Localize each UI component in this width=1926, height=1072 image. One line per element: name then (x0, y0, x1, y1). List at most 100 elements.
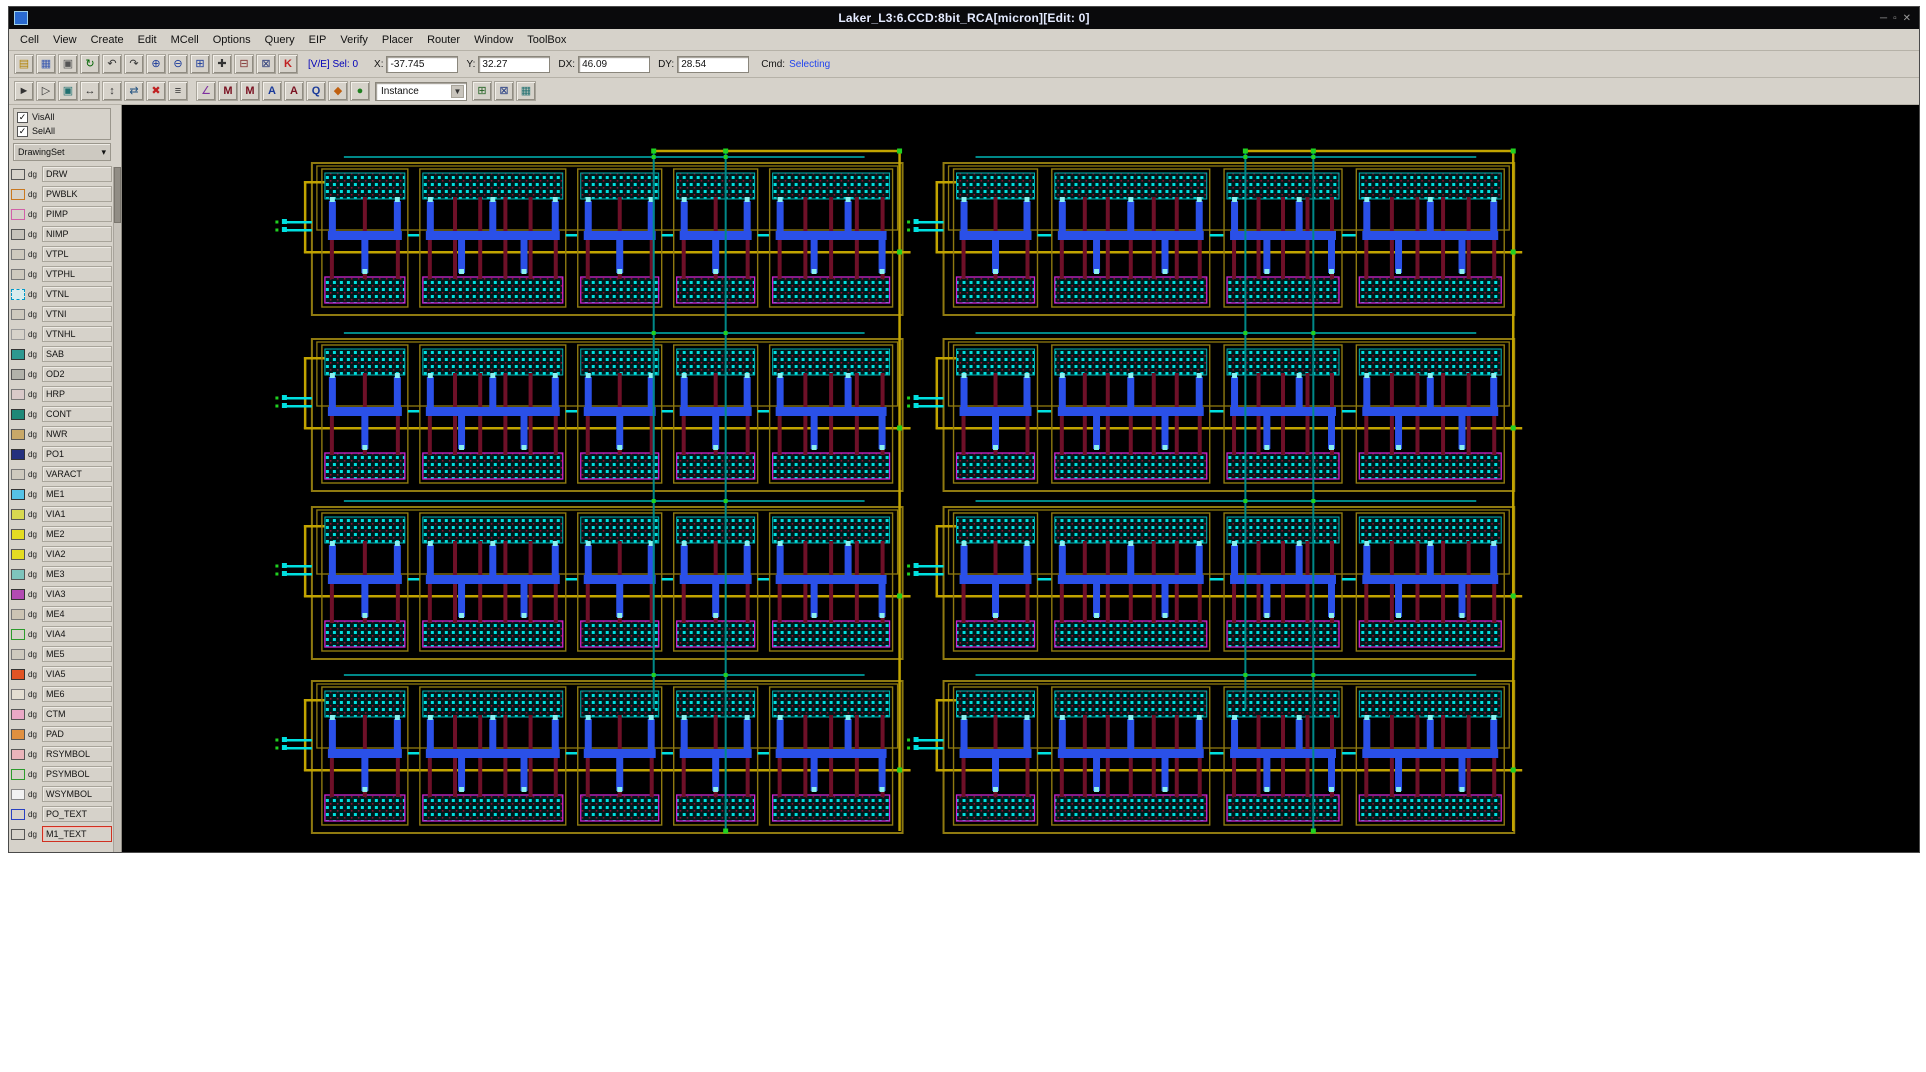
layer-color-swatch[interactable] (11, 709, 25, 720)
layer-name-button[interactable]: VARACT (42, 466, 112, 482)
layer-color-swatch[interactable] (11, 509, 25, 520)
menu-window[interactable]: Window (467, 32, 520, 48)
vis-all-toggle[interactable]: ✓ VisAll (17, 110, 107, 124)
layer-name-button[interactable]: VTNI (42, 306, 112, 322)
adder-cell[interactable] (282, 333, 911, 491)
layer-color-swatch[interactable] (11, 209, 25, 220)
highlight-icon[interactable]: ◆ (328, 81, 348, 101)
maximize-icon[interactable]: ▫ (1893, 13, 1897, 24)
y-coordinate-field[interactable] (478, 56, 550, 73)
design-browser-icon[interactable]: ⊟ (234, 54, 254, 74)
drawing-set-dropdown[interactable]: DrawingSet ▾ (13, 143, 111, 161)
zoom-out-icon[interactable]: ⊖ (168, 54, 188, 74)
layer-color-swatch[interactable] (11, 349, 25, 360)
layer-name-button[interactable]: VIA3 (42, 586, 112, 602)
menu-eip[interactable]: EIP (302, 32, 334, 48)
layer-panel-scrollbar[interactable] (113, 167, 121, 852)
layer-name-button[interactable]: ME4 (42, 606, 112, 622)
layer-color-swatch[interactable] (11, 609, 25, 620)
menu-cell[interactable]: Cell (13, 32, 46, 48)
layer-color-swatch[interactable] (11, 589, 25, 600)
layer-color-swatch[interactable] (11, 669, 25, 680)
layer-name-button[interactable]: PAD (42, 726, 112, 742)
layer-color-swatch[interactable] (11, 469, 25, 480)
toolbox-grid-icon[interactable]: ▦ (516, 81, 536, 101)
swap-icon[interactable]: ⇄ (124, 81, 144, 101)
layer-name-button[interactable]: PWBLK (42, 186, 112, 202)
copy-icon[interactable]: ▣ (58, 81, 78, 101)
save-cell-icon[interactable]: ▦ (36, 54, 56, 74)
layer-name-button[interactable]: ME5 (42, 646, 112, 662)
chevron-down-icon[interactable]: ▼ (451, 85, 464, 98)
layer-color-swatch[interactable] (11, 409, 25, 420)
adder-cell[interactable] (914, 333, 1523, 491)
properties-icon[interactable]: ≡ (168, 81, 188, 101)
layer-color-swatch[interactable] (11, 369, 25, 380)
find-text-icon[interactable]: A (262, 81, 282, 101)
array-place-icon[interactable]: ⊞ (472, 81, 492, 101)
layer-color-swatch[interactable] (11, 689, 25, 700)
menu-router[interactable]: Router (420, 32, 467, 48)
layer-name-button[interactable]: CONT (42, 406, 112, 422)
print-icon[interactable]: ▣ (58, 54, 78, 74)
sel-all-toggle[interactable]: ✓ SelAll (17, 124, 107, 138)
open-cell-icon[interactable]: ▤ (14, 54, 34, 74)
layer-color-swatch[interactable] (11, 789, 25, 800)
layer-color-swatch[interactable] (11, 749, 25, 760)
layer-name-button[interactable]: ME2 (42, 526, 112, 542)
redo-icon[interactable]: ↷ (124, 54, 144, 74)
layer-color-swatch[interactable] (11, 449, 25, 460)
layer-name-button[interactable]: VIA2 (42, 546, 112, 562)
zoom-in-icon[interactable]: ⊕ (146, 54, 166, 74)
scrollbar-thumb[interactable] (114, 167, 121, 223)
layer-name-button[interactable]: VTPL (42, 246, 112, 262)
layer-name-button[interactable]: M1_TEXT (42, 826, 112, 842)
dx-coordinate-field[interactable] (578, 56, 650, 73)
layer-color-swatch[interactable] (11, 269, 25, 280)
layer-color-swatch[interactable] (11, 629, 25, 640)
layer-name-button[interactable]: ME1 (42, 486, 112, 502)
minimize-icon[interactable]: ─ (1880, 13, 1887, 24)
layer-name-button[interactable]: ME3 (42, 566, 112, 582)
layer-color-swatch[interactable] (11, 229, 25, 240)
layer-name-button[interactable]: WSYMBOL (42, 786, 112, 802)
layout-canvas-area[interactable] (122, 105, 1919, 852)
layer-color-swatch[interactable] (11, 769, 25, 780)
layer-name-button[interactable]: RSYMBOL (42, 746, 112, 762)
layer-name-button[interactable]: PO_TEXT (42, 806, 112, 822)
layer-color-swatch[interactable] (11, 169, 25, 180)
undo-icon[interactable]: ↶ (102, 54, 122, 74)
layer-name-button[interactable]: ME6 (42, 686, 112, 702)
close-icon[interactable]: ✕ (1903, 13, 1911, 24)
menu-placer[interactable]: Placer (375, 32, 420, 48)
layer-name-button[interactable]: VTPHL (42, 266, 112, 282)
layer-name-button[interactable]: CTM (42, 706, 112, 722)
layout-window-icon[interactable]: ⊠ (256, 54, 276, 74)
adder-cell[interactable] (914, 157, 1523, 315)
layer-color-swatch[interactable] (11, 189, 25, 200)
menu-create[interactable]: Create (84, 32, 131, 48)
layer-name-button[interactable]: PO1 (42, 446, 112, 462)
layer-color-swatch[interactable] (11, 329, 25, 340)
snap-grid-icon[interactable]: ⊠ (494, 81, 514, 101)
layer-color-swatch[interactable] (11, 829, 25, 840)
move-icon[interactable]: ↔ (80, 81, 100, 101)
partial-select-icon[interactable]: ▷ (36, 81, 56, 101)
probe-icon[interactable]: ● (350, 81, 370, 101)
menu-query[interactable]: Query (258, 32, 302, 48)
layer-color-swatch[interactable] (11, 489, 25, 500)
dy-coordinate-field[interactable] (677, 56, 749, 73)
layer-name-button[interactable]: PSYMBOL (42, 766, 112, 782)
layer-color-swatch[interactable] (11, 529, 25, 540)
layer-name-button[interactable]: DRW (42, 166, 112, 182)
menu-mcell[interactable]: MCell (164, 32, 206, 48)
menu-toolbox[interactable]: ToolBox (520, 32, 573, 48)
hotkey-icon[interactable]: K (278, 54, 298, 74)
layer-color-swatch[interactable] (11, 729, 25, 740)
layer-name-button[interactable]: VIA1 (42, 506, 112, 522)
layer-color-swatch[interactable] (11, 289, 25, 300)
adder-cell[interactable] (282, 157, 911, 315)
attach-text-icon[interactable]: A (284, 81, 304, 101)
menu-edit[interactable]: Edit (131, 32, 164, 48)
titlebar[interactable]: Laker_L3:6.CCD:8bit_RCA[micron][Edit: 0]… (9, 7, 1919, 29)
